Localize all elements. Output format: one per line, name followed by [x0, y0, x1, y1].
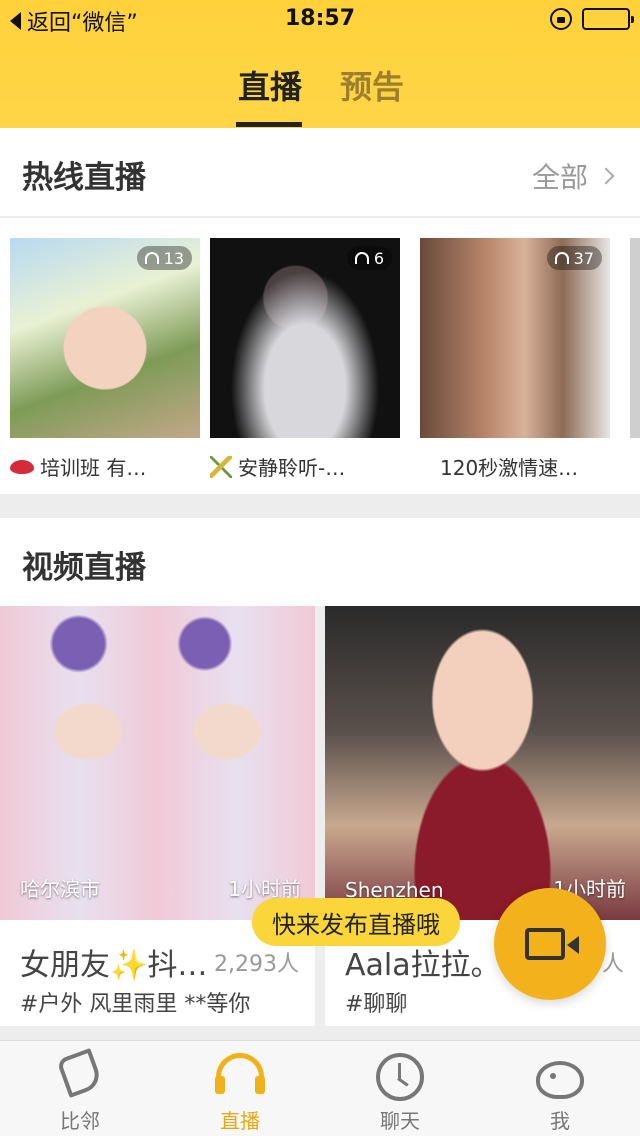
hot-live-card-partial[interactable]: [630, 238, 640, 494]
status-time: 18:57: [284, 6, 356, 31]
video-live-card[interactable]: 哈尔滨市 1小时前 女朋友✨抖… 2,293人 #户外 风里雨里 **等你: [0, 606, 315, 1026]
headphone-icon: [354, 252, 369, 264]
bottom-nav: 比邻 直播 聊天 我: [0, 1040, 640, 1136]
live-page: 返回“微信” 18:57 直播 预告 热线直播 全部 13 培训班 有… 6 安…: [0, 0, 640, 1136]
start-live-button[interactable]: [494, 888, 606, 1000]
section-divider: [0, 216, 640, 218]
video-title-suffix: 抖…: [147, 948, 208, 983]
video-thumbnail: Shenzhen 1小时前: [325, 606, 640, 920]
hot-section-title: 热线直播: [22, 160, 146, 196]
viewer-count-badge: 37: [546, 246, 602, 270]
battery-icon: [582, 8, 634, 30]
headphone-icon: [554, 252, 569, 264]
tab-preview[interactable]: 预告: [340, 62, 404, 108]
viewer-count: 37: [573, 248, 594, 268]
hot-live-card[interactable]: 6 安静聆听-…: [210, 238, 400, 494]
status-bar: 返回“微信” 18:57: [0, 0, 640, 40]
hot-live-card[interactable]: 13 培训班 有…: [10, 238, 200, 494]
live-caption-text: 120秒激情速…: [440, 456, 579, 480]
live-thumbnail: 37: [420, 238, 610, 438]
view-all-button[interactable]: 全部: [531, 156, 615, 196]
nav-item-chat[interactable]: 聊天: [320, 1041, 480, 1136]
publish-hint-bubble[interactable]: 快来发布直播哦: [252, 898, 460, 946]
live-caption: 120秒激情速…: [440, 452, 630, 481]
video-thumbnail: 哈尔滨市 1小时前: [0, 606, 315, 920]
video-title: Aala拉拉。: [345, 948, 501, 983]
video-title-text: 女朋友: [20, 948, 110, 983]
sparkle-icon: ✨: [110, 948, 148, 983]
status-indicators: [550, 8, 634, 30]
video-tags: #聊聊: [345, 992, 408, 1017]
rotation-lock-icon: [550, 8, 572, 30]
rice-plant-icon: [210, 455, 232, 478]
phone-icon: [56, 1048, 104, 1098]
nav-label: 直播: [220, 1109, 260, 1133]
view-all-label: 全部: [531, 161, 588, 194]
live-caption-text: 培训班 有…: [40, 456, 147, 480]
live-caption: 培训班 有…: [10, 452, 200, 481]
video-viewer-count: 2,293人: [214, 952, 299, 977]
nav-item-live[interactable]: 直播: [160, 1041, 320, 1136]
headset-icon: [215, 1053, 265, 1094]
section-gap: [0, 494, 640, 518]
bird-icon: [536, 1061, 584, 1099]
hot-live-carousel[interactable]: 13 培训班 有… 6 安静聆听-… 37 120秒激情速…: [0, 238, 640, 494]
video-location: 哈尔滨市: [20, 877, 100, 901]
clock-icon: [376, 1053, 424, 1101]
video-section-title: 视频直播: [22, 550, 146, 586]
video-tags: #户外 风里雨里 **等你: [20, 992, 251, 1017]
viewer-count-badge: 6: [346, 246, 392, 270]
live-thumbnail: 6: [210, 238, 400, 438]
headphone-icon: [144, 252, 159, 264]
top-tabs: 直播 预告: [0, 52, 640, 128]
live-thumbnail: [630, 238, 640, 438]
live-caption: 安静聆听-…: [210, 452, 400, 481]
hot-live-card[interactable]: 37 120秒激情速…: [420, 238, 610, 494]
active-tab-indicator: [236, 122, 302, 127]
camera-icon: [525, 928, 579, 960]
tab-live[interactable]: 直播: [238, 62, 302, 108]
hot-section-header: 热线直播 全部: [0, 128, 640, 216]
top-header: 返回“微信” 18:57 直播 预告: [0, 0, 640, 128]
live-caption-text: 安静聆听-…: [238, 456, 346, 480]
nav-label: 我: [550, 1109, 570, 1133]
lips-icon: [10, 459, 34, 474]
video-section-header: 视频直播: [0, 518, 640, 606]
live-thumbnail: 13: [10, 238, 200, 438]
nav-item-nearby[interactable]: 比邻: [0, 1041, 160, 1136]
viewer-count: 13: [163, 248, 184, 268]
nav-label: 比邻: [60, 1109, 100, 1133]
viewer-count: 6: [373, 248, 384, 268]
chevron-right-icon: [597, 167, 615, 185]
viewer-count-badge: 13: [136, 246, 192, 270]
video-title: 女朋友✨抖…: [20, 940, 207, 984]
nav-item-me[interactable]: 我: [480, 1041, 640, 1136]
nav-label: 聊天: [380, 1109, 420, 1133]
